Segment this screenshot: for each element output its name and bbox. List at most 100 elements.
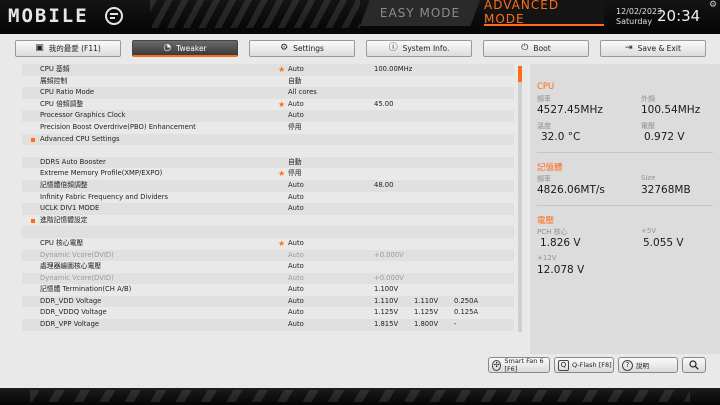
setting-readout: 0.125A <box>454 308 479 317</box>
panel-divider <box>537 205 713 206</box>
info-icon: ⓘ <box>388 43 398 53</box>
submenu-item[interactable]: 進階記憶體設定 <box>22 215 514 227</box>
setting-value: 停用 <box>288 122 302 131</box>
modified-star-icon: ★ <box>278 65 286 74</box>
setting-readout: 48.00 <box>374 180 394 189</box>
setting-row[interactable]: CPU 基頻 ★ Auto 100.00MHz <box>22 64 514 76</box>
setting-value: Auto <box>288 273 304 282</box>
search-button[interactable] <box>682 357 706 373</box>
setting-readout: 1.110V <box>374 296 399 305</box>
exit-icon: ⇥ <box>625 43 633 53</box>
setting-row[interactable]: DDRS Auto Booster 自動 <box>22 157 514 169</box>
power-icon: ⏻ <box>521 43 529 53</box>
setting-label: Advanced CPU Settings <box>40 134 120 143</box>
qflash-button[interactable]: Q Q-Flash [F8] <box>554 357 614 373</box>
setting-row[interactable]: CPU 倍頻調整 ★ Auto 45.00 <box>22 99 514 111</box>
fan-icon: ✣ <box>492 359 502 371</box>
setting-label: CPU 核心電壓 <box>40 238 84 247</box>
setting-value: Auto <box>288 192 304 201</box>
setting-row[interactable]: DDR_VDD Voltage Auto 1.110V 1.110V 0.250A <box>22 296 514 308</box>
advanced-mode-tab[interactable]: ADVANCED MODE <box>484 0 604 26</box>
setting-row[interactable]: DDR_VPP Voltage Auto 1.815V 1.800V - <box>22 319 514 331</box>
pch-label: PCH 核心 <box>537 228 568 236</box>
date-display: 12/02/2023 Saturday <box>616 7 662 27</box>
v12-value: 12.078 V <box>537 264 585 276</box>
tab-favorites[interactable]: ▣ 我的最愛 (F11) <box>15 40 121 57</box>
setting-row[interactable]: CPU Ratio Mode All cores <box>22 87 514 99</box>
setting-readout: 1.110V <box>414 296 439 305</box>
setting-value: Auto <box>288 65 304 73</box>
setting-row[interactable]: Dynamic Vcore(DVID) Auto +0.000V <box>22 250 514 262</box>
help-button[interactable]: ? 說明 <box>618 357 678 373</box>
settings-list: CPU 基頻 ★ Auto 100.00MHz 展頻控制 自動 CPU Ratio Mode… <box>22 64 514 332</box>
setting-row[interactable]: CPU 核心電壓 ★ Auto <box>22 238 514 250</box>
tab-label: System Info. <box>402 44 450 53</box>
tab-boot[interactable]: ⏻ Boot <box>483 40 589 57</box>
setting-label: 進階記憶體設定 <box>40 215 88 224</box>
speedometer-icon: ◔ <box>163 42 172 53</box>
search-icon <box>689 360 699 370</box>
setting-row[interactable]: 處理器繪圖核心電壓 Auto <box>22 261 514 273</box>
setting-readout: 1.800V <box>414 320 439 329</box>
gear-icon[interactable]: ⚙ <box>707 0 719 12</box>
cpu-temp-label: 溫度 <box>537 122 551 130</box>
help-icon: ? <box>622 359 633 371</box>
setting-value: Auto <box>288 320 304 329</box>
setting-value: Auto <box>288 99 304 108</box>
setting-row[interactable]: 展頻控制 自動 <box>22 76 514 88</box>
spacer-row <box>22 226 514 238</box>
spacer-row <box>22 145 514 157</box>
setting-row[interactable]: UCLK DIV1 MODE Auto <box>22 203 514 215</box>
setting-label: Precision Boost Overdrive(PBO) Enhanceme… <box>40 122 196 131</box>
scrollbar-thumb[interactable] <box>518 66 522 82</box>
cpu-volt-label: 電壓 <box>641 122 655 130</box>
decor-stripes <box>30 390 690 402</box>
setting-row[interactable]: 記憶體 Termination(CH A/B) Auto 1.100V <box>22 284 514 296</box>
memory-freq-label: 頻率 <box>537 175 551 183</box>
setting-label: Infinity Fabric Frequency and Dividers <box>40 192 169 201</box>
cpu-ext-label: 外頻 <box>641 95 655 103</box>
submenu-item[interactable]: Advanced CPU Settings <box>22 134 514 146</box>
modified-star-icon: ★ <box>278 238 286 248</box>
setting-row[interactable]: Dynamic Vcore(DVID) Auto +0.000V <box>22 273 514 285</box>
setting-row[interactable]: 記憶體倍頻調整 Auto 48.00 <box>22 180 514 192</box>
setting-label: Dynamic Vcore(DVID) <box>40 273 114 282</box>
setting-row[interactable]: Extreme Memory Profile(XMP/EXPO) ★ 停用 <box>22 168 514 180</box>
tab-tweaker[interactable]: ◔ Tweaker <box>132 40 238 57</box>
panel-divider <box>537 152 713 153</box>
memory-freq-value: 4826.06MT/s <box>537 184 605 196</box>
setting-row[interactable]: DDR_VDDQ Voltage Auto 1.125V 1.125V 0.125A <box>22 307 514 319</box>
setting-label: CPU 基頻 <box>40 65 70 73</box>
easy-mode-tab[interactable]: EASY MODE <box>360 0 480 26</box>
qflash-label: Q-Flash [F8] <box>572 361 612 369</box>
setting-value: Auto <box>288 250 304 259</box>
setting-label: CPU 倍頻調整 <box>40 99 84 108</box>
setting-row[interactable]: Processor Graphics Clock Auto <box>22 110 514 122</box>
tab-save-exit[interactable]: ⇥ Save & Exit <box>600 40 706 57</box>
settings-scrollbar[interactable] <box>518 66 522 332</box>
gear-icon: ⚙ <box>280 43 289 53</box>
setting-row[interactable]: Precision Boost Overdrive(PBO) Enhanceme… <box>22 122 514 134</box>
cpu-ext-value: 100.54MHz <box>641 104 701 116</box>
hardware-monitor-panel: CPU 頻率 4527.45MHz 外頻 100.54MHz 溫度 32.0 °… <box>530 64 720 354</box>
help-label: 說明 <box>636 362 649 370</box>
tab-label: Save & Exit <box>637 44 681 53</box>
tab-label: Tweaker <box>176 43 207 53</box>
memory-section-title: 記憶體 <box>537 163 563 173</box>
tab-settings[interactable]: ⚙ Settings <box>249 40 355 57</box>
setting-value: 停用 <box>288 169 302 178</box>
setting-value: 自動 <box>288 76 302 85</box>
smart-fan-button[interactable]: ✣ Smart Fan 6 [F6] <box>488 357 550 373</box>
setting-row[interactable]: Infinity Fabric Frequency and Dividers Au… <box>22 192 514 204</box>
setting-value: Auto <box>288 111 304 120</box>
brand-logo: MOBILE <box>8 5 124 27</box>
setting-readout: 100.00MHz <box>374 65 413 73</box>
setting-readout: +0.000V <box>374 250 404 259</box>
submenu-bullet-icon <box>31 218 35 223</box>
tab-system-info[interactable]: ⓘ System Info. <box>366 40 472 57</box>
tab-label: Boot <box>533 44 551 53</box>
smart-fan-label: Smart Fan 6 [F6] <box>504 357 544 373</box>
setting-label: Processor Graphics Clock <box>40 111 126 120</box>
memory-size-value: 32768MB <box>641 184 691 196</box>
setting-readout: 1.815V <box>374 320 399 329</box>
